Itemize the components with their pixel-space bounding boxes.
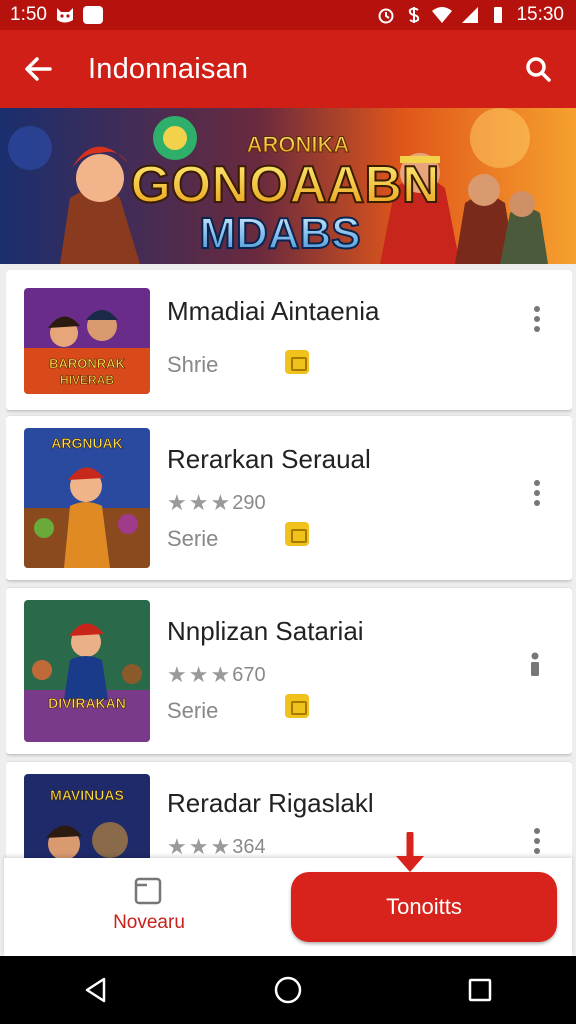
item-title: Reradar Rigaslakl <box>167 788 374 818</box>
back-triangle-icon[interactable] <box>66 960 126 1020</box>
nav-new-button[interactable]: Novearu <box>64 872 234 944</box>
rating-count: 364 <box>232 835 266 858</box>
primary-action-button[interactable]: Tonoitts <box>291 872 557 942</box>
dollar-icon <box>409 7 420 23</box>
svg-text:ARGNUAK: ARGNUAK <box>51 435 123 451</box>
series-list: BARONRAK HIVERAB Mmadiai Aintaenia Shrie… <box>6 270 572 870</box>
search-icon[interactable] <box>514 45 562 93</box>
battery-icon <box>494 7 503 23</box>
nav-new-label: Novearu <box>113 912 185 933</box>
svg-text:HIVERAB: HIVERAB <box>60 373 114 387</box>
bottom-action-bar: Novearu Tonoitts <box>4 858 572 956</box>
star-icon: ★ <box>210 834 231 859</box>
item-title: Nnplizan Satariai <box>167 616 364 646</box>
premium-badge-icon <box>285 350 309 374</box>
list-item[interactable]: DIVIRAKAN Nnplizan Satariai ★ ★ ★ 670 Seri… <box>6 588 572 754</box>
premium-badge-icon <box>285 522 309 546</box>
thumbnail: DIVIRAKAN <box>24 600 150 742</box>
star-icon: ★ <box>188 490 209 515</box>
star-icon: ★ <box>188 662 209 687</box>
svg-text:DIVIRAKAN: DIVIRAKAN <box>48 695 126 711</box>
list-item[interactable]: ARGNUAK Rerarkan Seraual ★ ★ ★ 290 Serie <box>6 416 572 580</box>
item-title: Rerarkan Seraual <box>167 444 371 474</box>
banner-line-1: ARONIKA <box>247 132 350 157</box>
item-title: Mmadiai Aintaenia <box>167 296 380 326</box>
recents-square-icon[interactable] <box>450 960 510 1020</box>
svg-text:MAVINUAS: MAVINUAS <box>50 787 124 803</box>
status-time-right: 15:30 <box>516 4 564 25</box>
banner-artwork: ARONIKA GONOAABN MDABS <box>0 108 576 264</box>
star-icon: ★ <box>167 490 187 515</box>
star-icon: ★ <box>167 834 187 859</box>
document-icon <box>133 876 165 906</box>
banner-line-3: MDABS <box>199 209 360 258</box>
arrow-down-icon <box>396 832 424 872</box>
list-item[interactable]: BARONRAK HIVERAB Mmadiai Aintaenia Shrie <box>6 270 572 410</box>
thumbnail: ARGNUAK <box>24 428 150 568</box>
item-subtitle: Shrie <box>167 352 219 377</box>
arrow-left-icon[interactable] <box>10 41 66 97</box>
list-item[interactable]: MAVINUAS Reradar Rigaslakl ★ ★ ★ 364 <box>6 762 572 870</box>
wifi-icon <box>432 7 453 23</box>
app-bar: Indonnaisan <box>0 30 576 108</box>
star-icon: ★ <box>167 662 187 687</box>
thumbnail: MAVINUAS <box>24 774 150 870</box>
thumbnail: BARONRAK HIVERAB <box>24 288 150 394</box>
alarm-icon <box>378 8 394 24</box>
rating-count: 290 <box>232 491 266 514</box>
premium-badge-icon <box>285 694 309 718</box>
more-vertical-icon[interactable] <box>532 306 542 336</box>
item-subtitle: Serie <box>167 526 219 551</box>
star-icon: ★ <box>188 834 209 859</box>
info-icon[interactable] <box>528 652 542 678</box>
system-nav-bar <box>0 956 576 1024</box>
page-title: Indonnaisan <box>88 52 249 85</box>
signal-icon <box>462 7 479 23</box>
more-vertical-icon[interactable] <box>532 828 542 858</box>
star-icon: ★ <box>210 490 231 515</box>
more-vertical-icon[interactable] <box>532 480 542 510</box>
item-subtitle: Serie <box>167 698 219 723</box>
banner-line-2: GONOAABN <box>130 156 439 214</box>
rating: ★ ★ ★ 290 <box>167 490 266 516</box>
status-time-left: 1:50 <box>10 4 47 25</box>
svg-text:BARONRAK: BARONRAK <box>49 356 125 371</box>
rating-count: 670 <box>232 663 266 686</box>
star-icon: ★ <box>210 662 231 687</box>
rating: ★ ★ ★ 364 <box>167 834 266 860</box>
message-icon <box>82 6 103 24</box>
rating: ★ ★ ★ 670 <box>167 662 266 688</box>
cat-icon <box>56 8 73 23</box>
home-circle-icon[interactable] <box>258 960 318 1020</box>
hero-banner[interactable]: ARONIKA GONOAABN MDABS <box>0 108 576 264</box>
status-bar: 1:50 15:30 <box>0 0 576 30</box>
